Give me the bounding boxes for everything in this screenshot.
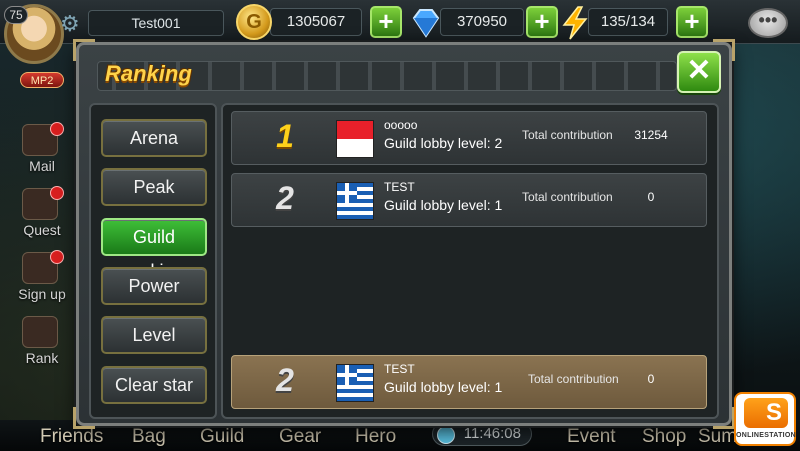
nav-sum[interactable]: Sum (698, 426, 737, 448)
nav-shop[interactable]: Shop (642, 426, 686, 448)
contribution-label: Total contribution (528, 372, 619, 386)
energy-amount: 135/134 (588, 8, 668, 36)
rank-icon (22, 316, 58, 348)
chat-bubble-icon[interactable]: ••• (748, 8, 788, 38)
nav-friends[interactable]: Friends (40, 426, 103, 448)
player-name: Test001 (88, 10, 224, 36)
frame-corner (73, 39, 95, 61)
ranking-list: 1 ooooo Guild lobby level: 2 Total contr… (221, 103, 719, 419)
indonesia-flag-icon (336, 120, 374, 158)
settings-gear-icon[interactable]: ⚙ (60, 12, 84, 36)
diamond-icon (412, 9, 440, 38)
category-tabs-panel: Arena Peak Guild ranking Power Level Cle… (89, 103, 217, 419)
guild-name: TEST (384, 180, 415, 194)
contribution-label: Total contribution (522, 128, 613, 142)
greece-flag-icon (336, 364, 374, 402)
nav-guild[interactable]: Guild (200, 426, 244, 448)
contribution-value: 0 (647, 190, 655, 204)
add-diamond-button[interactable]: + (526, 6, 558, 38)
nav-hero[interactable]: Hero (355, 426, 396, 448)
side-item-label: Rank (25, 350, 59, 366)
energy-bolt-icon (562, 6, 588, 40)
notification-dot (50, 250, 64, 264)
side-item-label: Quest (23, 222, 61, 238)
logo-letter: S (744, 398, 788, 428)
guild-name: ooooo (384, 118, 418, 132)
greece-flag-icon (336, 182, 374, 220)
diamond-amount: 370950 (440, 8, 524, 36)
gold-coin-icon: G (236, 4, 272, 40)
my-guild-row: 2 TEST Guild lobby level: 1 Total contri… (231, 355, 707, 409)
rank-number: 2 (276, 180, 294, 216)
contribution-value: 0 (647, 372, 655, 386)
tab-power[interactable]: Power (101, 267, 207, 305)
logo-text: ONLINESTATION (736, 432, 797, 439)
side-item-sign-up[interactable]: Sign up (12, 250, 68, 308)
guild-name: TEST (384, 362, 415, 376)
notification-dot (50, 186, 64, 200)
nav-bag[interactable]: Bag (132, 426, 166, 448)
add-gold-button[interactable]: + (370, 6, 402, 38)
nav-event[interactable]: Event (567, 426, 616, 448)
side-item-mail[interactable]: Mail (12, 122, 68, 180)
guild-lobby-level: Guild lobby level: 1 (384, 379, 503, 395)
rank-number: 1 (276, 118, 294, 154)
side-item-rank[interactable]: Rank (12, 314, 68, 372)
ranking-dialog: Ranking ✕ Arena Peak Guild ranking Power… (73, 39, 735, 429)
gold-amount: 1305067 (270, 8, 362, 36)
player-level-badge: 75 (4, 6, 28, 24)
notification-dot (50, 122, 64, 136)
guild-lobby-level: Guild lobby level: 2 (384, 135, 503, 151)
tab-peak[interactable]: Peak (101, 168, 207, 206)
top-bar: 75 ⚙ Test001 G 1305067 + 370950 + 135/13… (0, 0, 800, 64)
side-item-label: Mail (29, 158, 55, 174)
add-energy-button[interactable]: + (676, 6, 708, 38)
side-item-label: Sign up (18, 286, 66, 302)
nav-gear[interactable]: Gear (279, 426, 321, 448)
tab-arena[interactable]: Arena (101, 119, 207, 157)
tab-guild-ranking[interactable]: Guild ranking (101, 218, 207, 281)
ranking-row[interactable]: 1 ooooo Guild lobby level: 2 Total contr… (231, 111, 707, 165)
tab-level[interactable]: Level (101, 316, 207, 354)
contribution-value: 31254 (634, 128, 668, 142)
dialog-title: Ranking (105, 61, 192, 86)
ranking-row[interactable]: 2 TEST Guild lobby level: 1 Total contri… (231, 173, 707, 227)
vip-badge: MP2 (20, 72, 64, 88)
close-button[interactable]: ✕ (677, 51, 721, 93)
onlinestation-logo: S ONLINESTATION (734, 392, 796, 446)
side-item-quest[interactable]: Quest (12, 186, 68, 244)
tab-clear-star[interactable]: Clear star (101, 366, 207, 404)
rank-number: 2 (276, 362, 294, 398)
guild-lobby-level: Guild lobby level: 1 (384, 197, 503, 213)
contribution-label: Total contribution (522, 190, 613, 204)
